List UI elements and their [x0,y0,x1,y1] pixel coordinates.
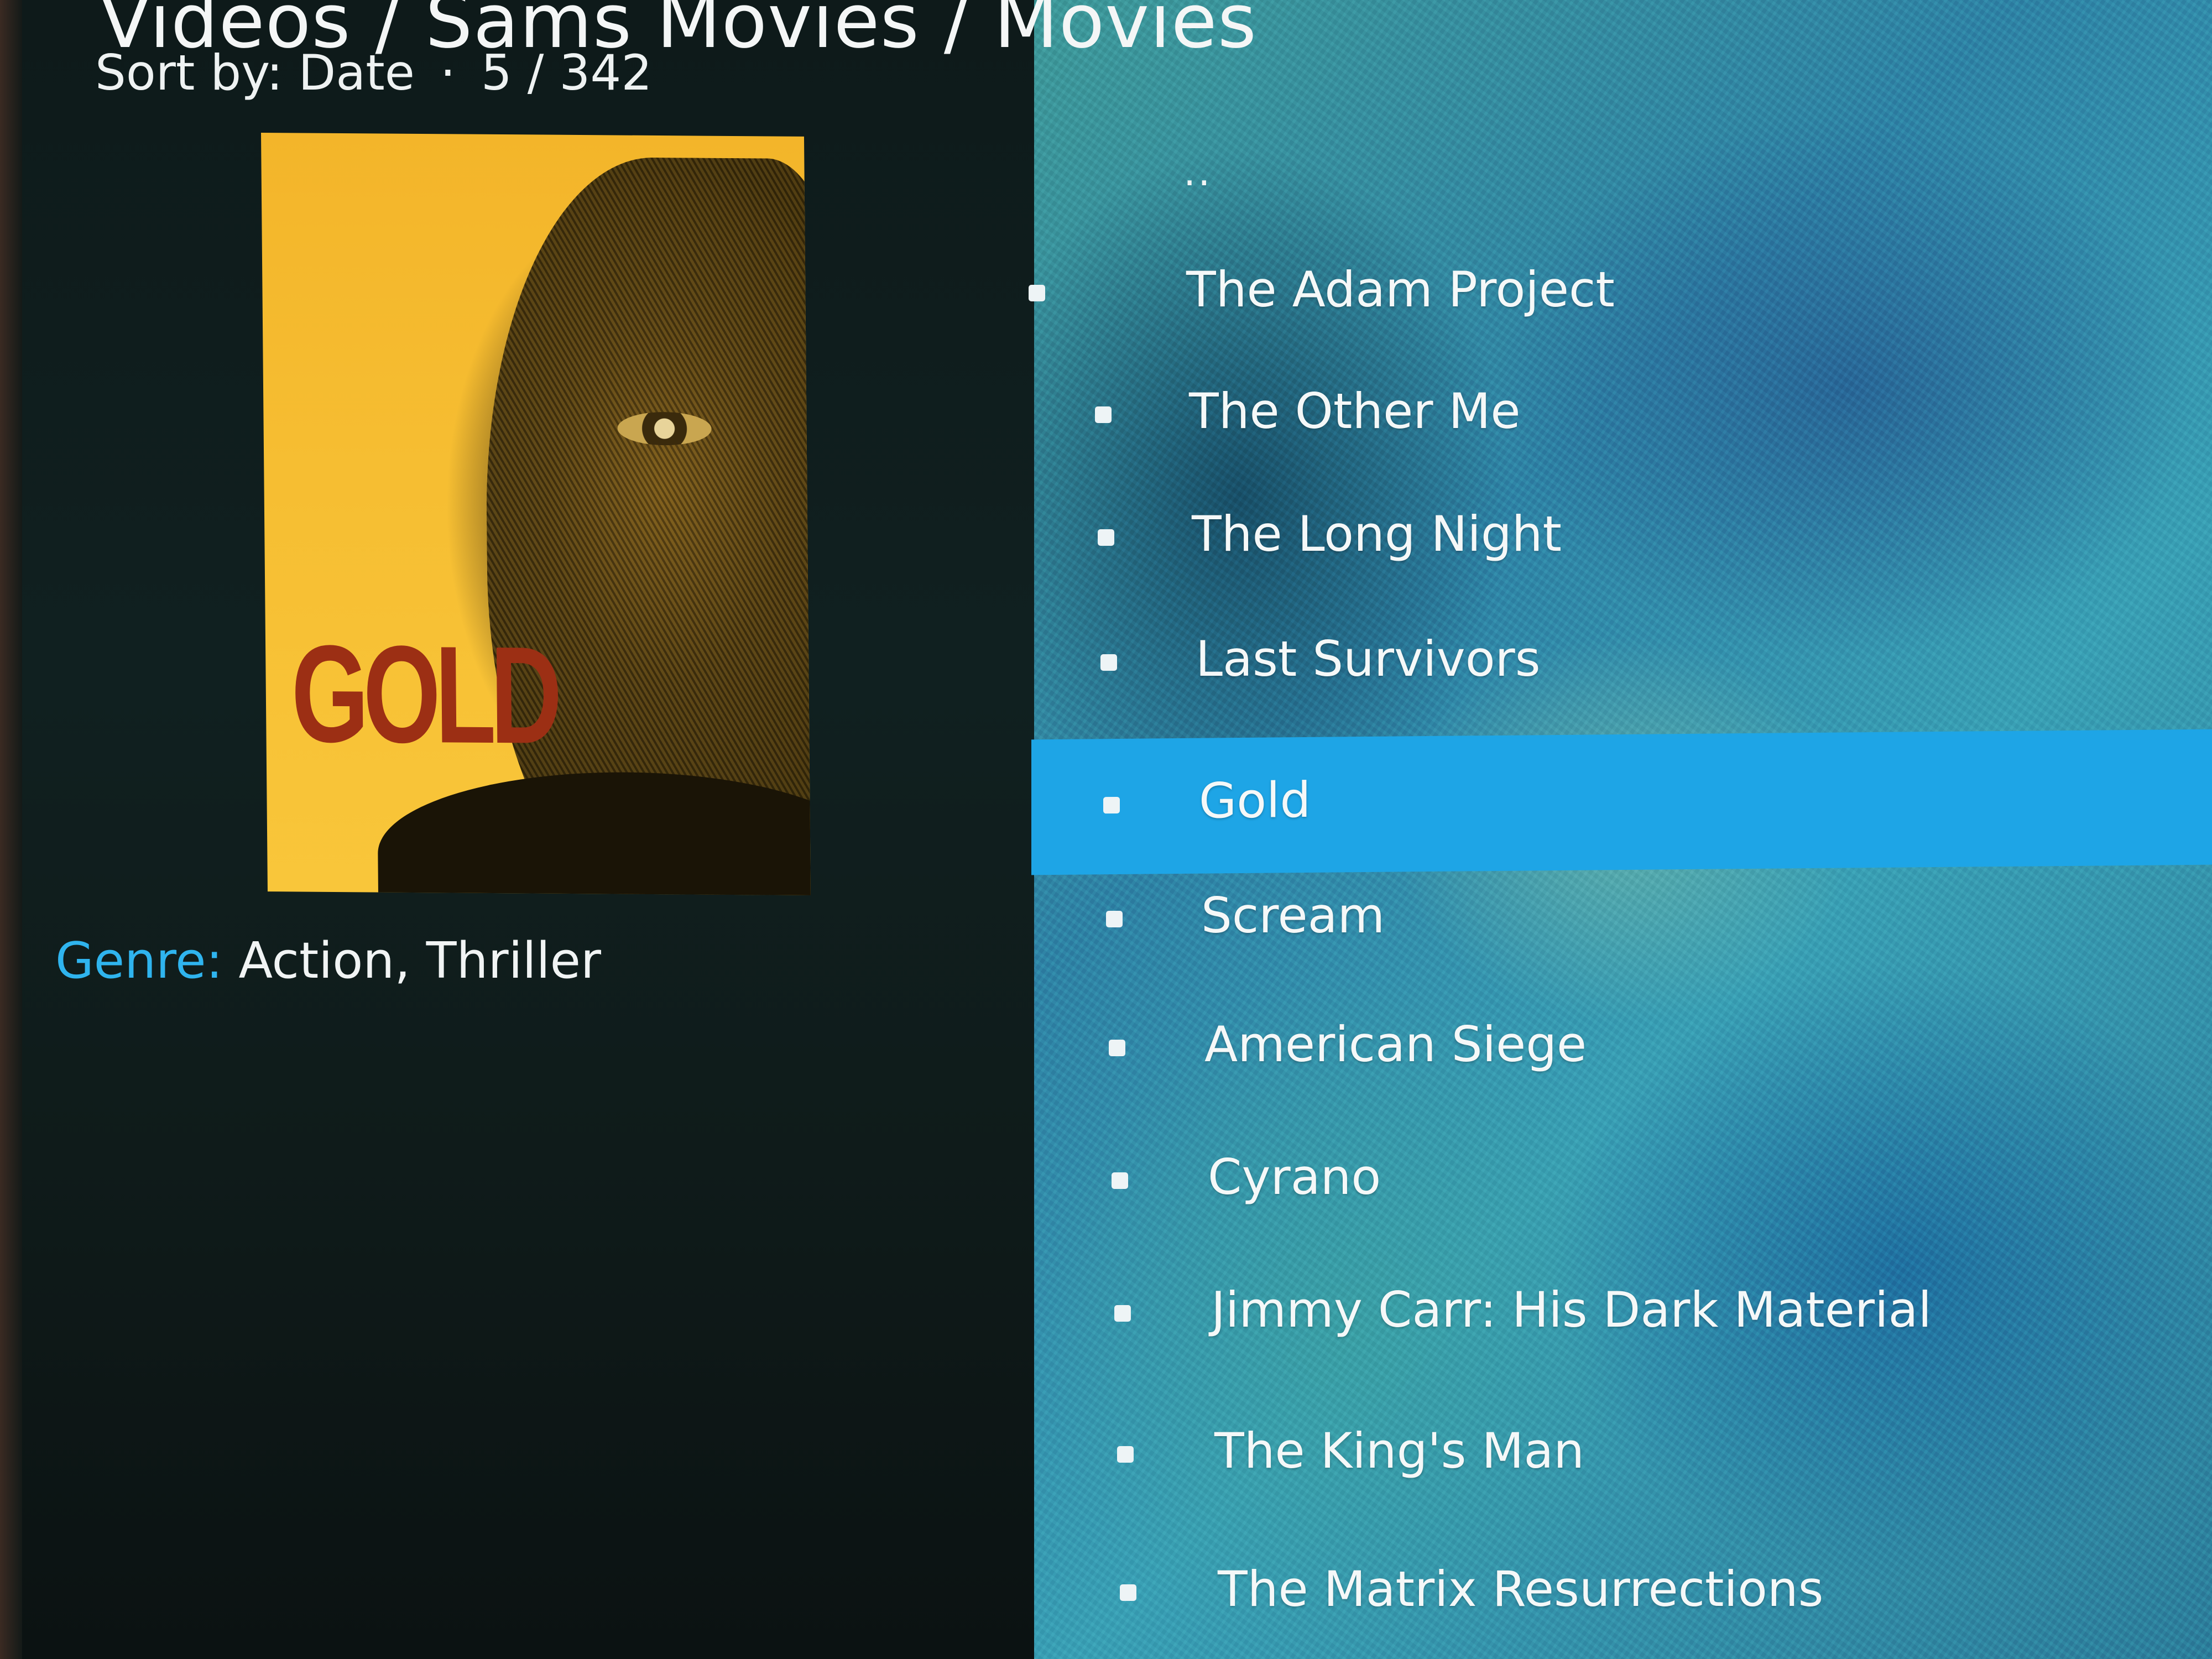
list-item-label: Scream [1201,887,1385,944]
parent-folder-item[interactable]: .. [1183,149,1213,195]
item-position-counter: 5 / 342 [481,44,653,101]
list-bullet-icon [1095,406,1112,423]
list-bullet-icon [1029,285,1045,301]
list-item-label: Gold [1199,771,1311,830]
movie-list: The Adam Project The Other Me The Long Nig… [1029,0,2212,1659]
kodi-movie-library: Videos / Sams Movies / Movies Sort by: D… [0,0,2212,1659]
list-item[interactable]: Scream [1031,853,2212,985]
info-panel: Videos / Sams Movies / Movies Sort by: D… [0,0,1256,1659]
list-item-label: The Other Me [1189,383,1521,440]
list-bullet-icon [1120,1584,1136,1601]
sort-label[interactable]: Sort by: Date [95,44,415,101]
list-item[interactable]: American Siege [1031,982,2212,1114]
list-bullet-icon [1114,1305,1131,1322]
list-item-label: The Long Night [1192,505,1562,562]
list-item-label: Cyrano [1208,1149,1381,1206]
list-bullet-icon [1100,654,1117,671]
movie-poster: GOLD [261,133,811,895]
sort-info: Sort by: Date · 5 / 342 [95,44,652,101]
screen-bezel-edge [0,0,22,1659]
list-bullet-icon [1117,1446,1134,1463]
genre-value: Action, Thriller [238,932,601,990]
list-item[interactable]: Cyrano [1031,1114,2212,1247]
list-item[interactable]: The Matrix Resurrections [1031,1526,2212,1659]
list-item-label: American Siege [1204,1016,1587,1073]
list-item-label: The Adam Project [1186,261,1615,318]
list-bullet-icon [1103,796,1120,814]
list-item[interactable]: Last Survivors [1031,596,2212,729]
poster-title-logo: GOLD [290,616,557,773]
list-item-label: Last Survivors [1196,630,1541,687]
poster-shoulder-artwork [377,770,811,895]
list-bullet-icon [1098,529,1114,546]
separator-dot: · [440,44,456,101]
list-item-label: The Matrix Resurrections [1218,1561,1824,1618]
list-item[interactable]: The Other Me [1031,348,2212,481]
list-item-label: Jimmy Carr: His Dark Material [1211,1281,1932,1338]
list-bullet-icon [1109,1040,1125,1056]
list-item[interactable]: The King's Man [1031,1388,2212,1521]
genre-info: Genre: Action, Thriller [55,932,601,990]
list-item[interactable]: Jimmy Carr: His Dark Material [1031,1247,2212,1380]
list-bullet-icon [1106,911,1123,927]
list-item-label: The King's Man [1214,1422,1585,1479]
list-item[interactable]: The Adam Project [1029,227,2212,359]
genre-label: Genre: [55,932,223,990]
list-bullet-icon [1112,1172,1128,1189]
list-item[interactable]: The Long Night [1031,471,2212,604]
